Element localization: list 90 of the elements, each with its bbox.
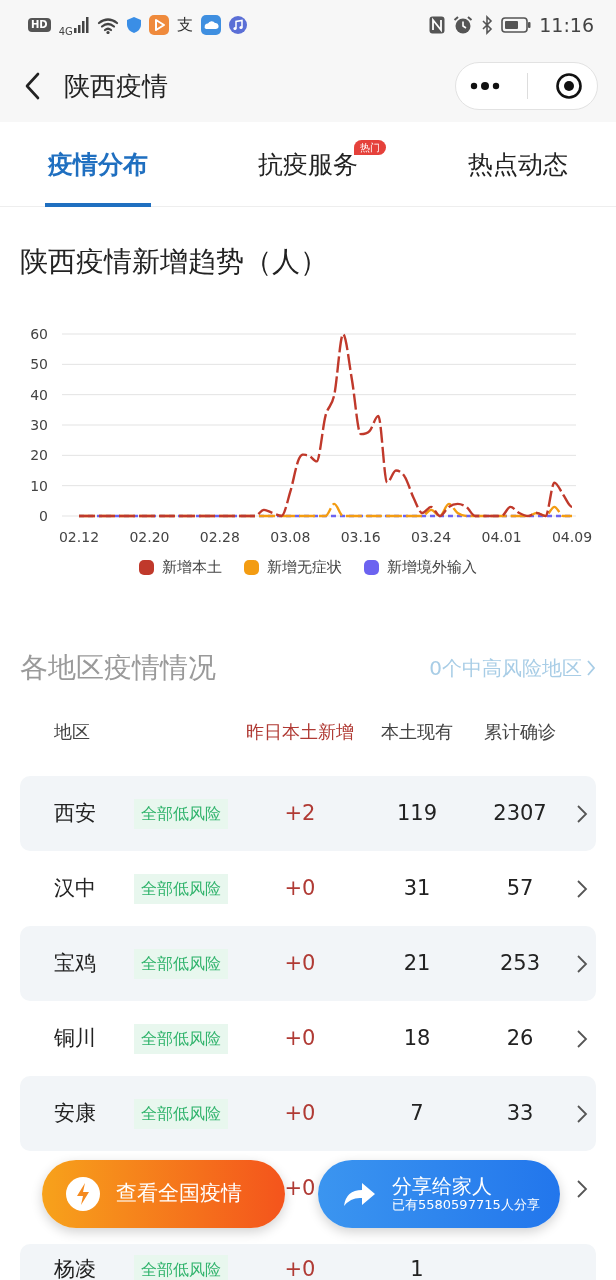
current-cases: 21 [403,949,431,977]
more-icon[interactable] [469,81,500,91]
y-axis-label: 0 [39,508,48,524]
y-axis-label: 60 [30,326,48,342]
x-axis-label: 03.24 [411,529,452,545]
chevron-icon[interactable] [576,1028,588,1049]
bluetooth-icon [481,15,494,35]
battery-icon [501,17,532,33]
x-axis-label: 02.20 [129,529,170,545]
region-name: 铜川 [54,1024,97,1052]
column-header: 本土现有 [381,719,453,744]
y-axis-label: 30 [30,417,48,433]
new-cases: +0 [284,1024,316,1052]
table-row[interactable]: 杨凌 全部低风险 +0 1 [20,1244,596,1280]
total-cases: 253 [499,949,541,977]
risk-badge: 全部低风险 [134,1098,228,1129]
chevron-icon[interactable] [576,953,588,974]
y-axis-label: 10 [30,477,48,494]
region-name: 汉中 [54,874,97,902]
cloud-app-icon [200,15,221,35]
legend-label: 新增境外输入 [387,556,477,578]
column-header: 昨日本土新增 [246,719,354,744]
region-name: 西安 [54,799,97,827]
x-axis-label: 03.16 [340,529,381,545]
current-cases: 1 [410,1256,424,1280]
shield-icon [126,17,141,33]
signal-icon [72,17,89,33]
network-type-label: 4G [58,27,73,37]
x-axis-label: 02.28 [199,529,240,545]
current-cases: 18 [403,1024,431,1052]
risk-badge: 全部低风险 [134,798,228,829]
x-axis-label: 04.09 [551,529,593,545]
chevron-icon[interactable] [576,878,588,899]
chevron-icon[interactable] [576,803,588,824]
total-cases: 26 [506,1024,534,1052]
hot-badge: 热门 [354,140,386,155]
region-name: 安康 [54,1099,97,1127]
section-title: 各地区疫情情况 [20,650,216,686]
region-name: 杨凌 [54,1256,97,1280]
tab[interactable]: 抗疫服务 热门 [218,122,398,207]
share-icon [342,1180,376,1208]
tab[interactable]: 疫情分布 [8,122,188,207]
chevron-icon[interactable] [576,1178,588,1199]
risk-badge: 全部低风险 [134,948,228,979]
app-glyph: 支 [176,14,193,36]
new-cases: +0 [284,1174,316,1202]
x-axis-label: 02.12 [58,529,100,545]
column-header: 累计确诊 [484,719,556,744]
y-axis-label: 50 [30,356,48,373]
hd-indicator: HD [28,18,51,32]
new-cases: +0 [284,1256,316,1280]
status-time: 11:16 [539,12,594,38]
risk-badge: 全部低风险 [134,873,228,904]
music-app-icon [228,16,247,34]
new-cases: +2 [284,799,316,827]
table-row[interactable]: 宝鸡 全部低风险 +0 21 253 [20,926,596,1001]
new-cases: +0 [284,1099,316,1127]
wifi-icon [96,16,119,34]
legend-label: 新增无症状 [267,556,342,578]
table-row[interactable]: 西安 全部低风险 +2 119 2307 [20,776,596,851]
play-app-icon [148,15,169,35]
new-cases: +0 [284,949,316,977]
x-axis-label: 04.01 [481,529,522,545]
page-title: 陕西疫情 [64,69,168,103]
region-name: 宝鸡 [54,949,97,977]
y-axis-label: 20 [30,447,48,464]
capsule-menu[interactable] [455,62,598,110]
tab[interactable]: 热点动态 [428,122,608,207]
share-label: 分享给家人 [392,1175,492,1198]
risk-badge: 全部低风险 [134,1023,228,1054]
total-cases: 57 [506,874,534,902]
new-cases: +0 [284,874,316,902]
current-cases: 31 [403,874,431,902]
chevron-icon[interactable] [576,1103,588,1124]
current-cases: 7 [410,1099,424,1127]
x-axis-label: 03.08 [270,529,311,545]
total-cases: 33 [506,1099,534,1127]
chart-title: 陕西疫情新增趋势（人） [19,244,329,280]
table-row[interactable]: 安康 全部低风险 +0 7 33 [20,1076,596,1151]
share-count: 已有5580597715人分享 [392,1197,540,1213]
risk-badge: 全部低风险 [134,1255,228,1280]
nfc-icon [429,16,446,34]
legend-label: 新增本土 [162,556,222,578]
alarm-icon [453,15,474,35]
current-cases: 119 [396,799,438,827]
lightning-icon [66,1177,100,1211]
column-header: 地区 [54,719,91,744]
y-axis-label: 40 [30,386,48,403]
share-button[interactable]: 分享给家人 已有5580597715人分享 [318,1160,560,1228]
total-cases: 2307 [493,799,547,827]
